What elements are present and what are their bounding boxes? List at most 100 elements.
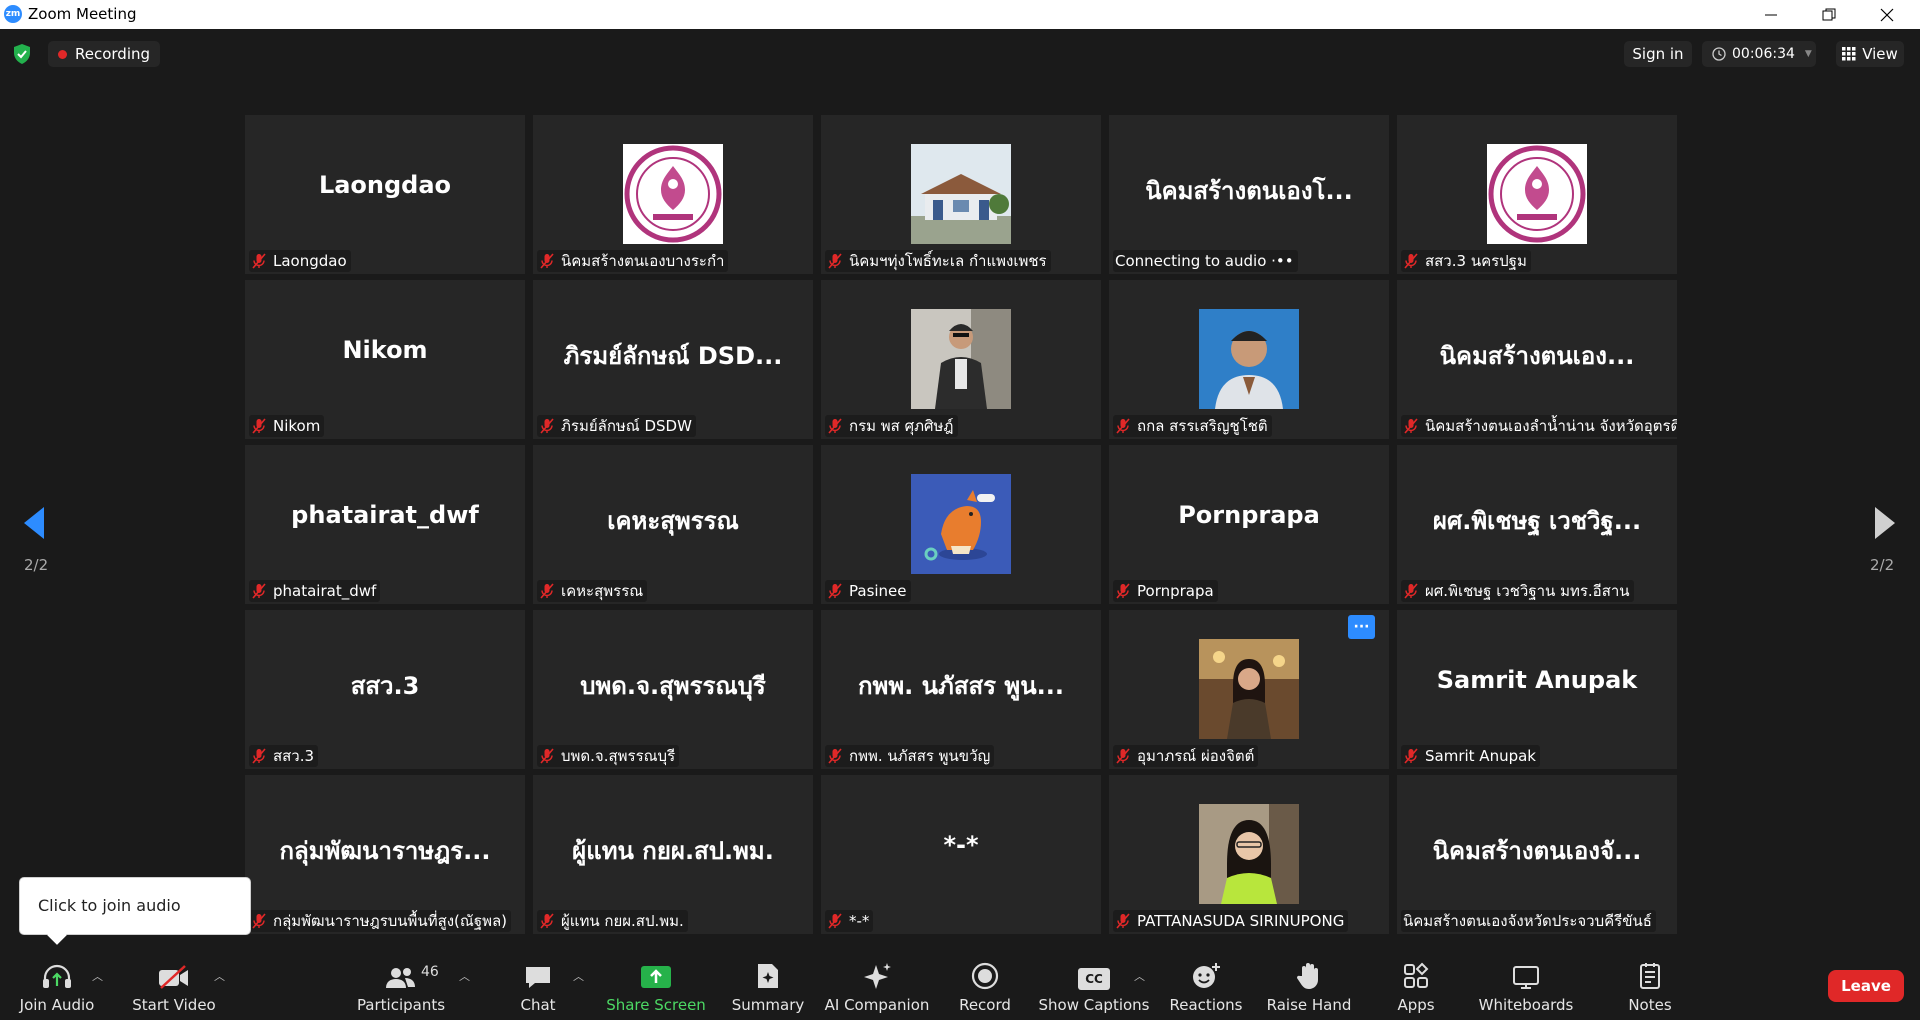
leave-button[interactable]: Leave	[1828, 970, 1904, 1002]
participant-name-label: นิคมฯทุ่งโพธิ์ทะเล กำแพงเพชร	[825, 250, 1051, 272]
participant-name-label: *-*	[825, 910, 874, 932]
mic-muted-icon	[1116, 583, 1130, 599]
participant-tile[interactable]: นิคมสร้างตนเองจั... นิคมสร้างตนเองจังหวัด…	[1397, 775, 1677, 934]
participant-tile[interactable]: นิคมสร้างตนเองโ... Connecting to audio ·•…	[1109, 115, 1389, 274]
participant-tile[interactable]: นิคมสร้างตนเอง... นิคมสร้างตนเองลำน้ำน่าน…	[1397, 280, 1677, 439]
participant-tile[interactable]: ผู้แทน กยผ.สป.พม. ผู้แทน กยผ.สป.พม.	[533, 775, 813, 934]
recording-indicator[interactable]: Recording	[48, 41, 161, 67]
audio-options-chevron-icon[interactable]: ︿	[92, 968, 103, 984]
captions-options-chevron-icon[interactable]: ︿	[1134, 968, 1145, 984]
participant-tile[interactable]: เคหะสุพรรณ เคหะสุพรรณ	[533, 445, 813, 604]
raise-hand-button[interactable]: Raise Hand	[1267, 950, 1351, 1020]
participant-tile[interactable]: กรม พส ศุภศิษฎ์	[821, 280, 1101, 439]
meeting-timer[interactable]: 00:06:34 ▼	[1702, 41, 1816, 67]
start-video-button[interactable]: Start Video	[132, 950, 216, 1020]
participant-name-text: เคหะสุพรรณ	[561, 582, 644, 600]
participant-display-name: นิคมสร้างตนเองจั...	[1432, 837, 1642, 865]
participant-tile[interactable]: Laongdao Laongdao	[245, 115, 525, 274]
participant-display-name: นิคมสร้างตนเองโ...	[1145, 177, 1353, 205]
mic-muted-icon	[252, 253, 266, 269]
summary-label: Summary	[731, 996, 805, 1014]
mic-muted-icon	[252, 583, 266, 599]
participant-name-text: *-*	[849, 912, 870, 930]
ai-companion-button[interactable]: AI Companion	[825, 950, 929, 1020]
whiteboard-icon	[1513, 966, 1539, 989]
participant-tile[interactable]: PATTANASUDA SIRINUPONG	[1109, 775, 1389, 934]
participant-tile[interactable]: สสว.3 นครปฐม	[1397, 115, 1677, 274]
participant-display-name: Laongdao	[318, 171, 452, 199]
summary-button[interactable]: Summary	[728, 950, 808, 1020]
participant-display-name: ผู้แทน กยผ.สป.พม.	[572, 837, 774, 865]
participant-name-label: Nikom	[249, 415, 325, 437]
show-captions-button[interactable]: CC Show Captions	[1039, 950, 1150, 1020]
participant-display-name: นิคมสร้างตนเอง...	[1439, 342, 1635, 370]
participant-tile[interactable]: กพพ. นภัสสร พูน... กพพ. นภัสสร พูนขวัญ	[821, 610, 1101, 769]
participant-name-label: phatairat_dwf	[249, 580, 381, 602]
participant-tile[interactable]: phatairat_dwf phatairat_dwf	[245, 445, 525, 604]
participant-name-text: ผศ.พิเชษฐ เวชวิฐาน มทร.อีสาน	[1425, 582, 1630, 600]
apps-button[interactable]: Apps	[1394, 950, 1438, 1020]
mic-muted-icon	[828, 748, 842, 764]
participant-tile[interactable]: นิคมสร้างตนเองบางระกำ	[533, 115, 813, 274]
video-options-chevron-icon[interactable]: ︿	[214, 968, 225, 984]
restore-button[interactable]	[1806, 0, 1852, 29]
participant-tile[interactable]: *-* *-*	[821, 775, 1101, 934]
participant-name-text: กพพ. นภัสสร พูนขวัญ	[849, 747, 991, 765]
meeting-toolbar: Join Audio ︿ Start Video ︿ Participants …	[0, 950, 1920, 1020]
participants-icon	[386, 968, 415, 988]
chat-options-chevron-icon[interactable]: ︿	[573, 968, 584, 984]
participant-tile[interactable]: Samrit Anupak Samrit Anupak	[1397, 610, 1677, 769]
participant-display-name: phatairat_dwf	[291, 501, 479, 529]
participant-display-name: เคหะสุพรรณ	[607, 507, 739, 535]
participant-name-text: ผู้แทน กยผ.สป.พม.	[561, 912, 684, 930]
participant-tile[interactable]: Pornprapa Pornprapa	[1109, 445, 1389, 604]
participant-tile[interactable]: ··· อุมาภรณ์ ผ่องจิตต์	[1109, 610, 1389, 769]
view-button[interactable]: View	[1836, 41, 1904, 67]
clock-icon	[1712, 47, 1726, 61]
join-audio-button[interactable]: Join Audio	[17, 950, 97, 1020]
participant-tile[interactable]: ผศ.พิเชษฐ เวชวิฐ... ผศ.พิเชษฐ เวชวิฐาน มท…	[1397, 445, 1677, 604]
participant-name-label: เคหะสุพรรณ	[537, 580, 648, 602]
reactions-button[interactable]: Reactions	[1164, 950, 1248, 1020]
participants-button[interactable]: Participants	[356, 950, 446, 1020]
minimize-button[interactable]	[1748, 0, 1794, 29]
participant-name-text: Laongdao	[273, 252, 347, 270]
participant-display-name: ผศ.พิเชษฐ เวชวิฐ...	[1432, 507, 1642, 535]
record-label: Record	[959, 996, 1011, 1014]
sign-in-button[interactable]: Sign in	[1624, 41, 1692, 67]
participant-name-label: บพด.จ.สุพรรณบุรี	[537, 745, 680, 767]
share-screen-button[interactable]: Share Screen	[606, 950, 706, 1020]
participant-name-label: ภิรมย์ลักษณ์ DSDW	[537, 415, 696, 437]
participant-name-label: นิคมสร้างตนเองลำน้ำน่าน จังหวัดอุตรดิตถ์	[1401, 415, 1677, 437]
chat-button[interactable]: Chat	[513, 950, 563, 1020]
participant-name-text: สสว.3 นครปฐม	[1425, 252, 1527, 270]
participant-avatar	[911, 474, 1011, 574]
close-button[interactable]	[1864, 0, 1910, 29]
whiteboards-button[interactable]: Whiteboards	[1479, 950, 1573, 1020]
previous-page-button[interactable]	[22, 505, 46, 545]
notes-button[interactable]: Notes	[1626, 950, 1674, 1020]
participant-tile[interactable]: ถกล สรรเสริญชูโชติ	[1109, 280, 1389, 439]
record-button[interactable]: Record	[954, 950, 1016, 1020]
page-indicator-left: 2/2	[24, 556, 49, 574]
participant-name-text: นิคมฯทุ่งโพธิ์ทะเล กำแพงเพชร	[849, 252, 1047, 270]
participant-more-options-button[interactable]: ···	[1348, 615, 1375, 639]
chevron-down-icon: ▼	[1804, 49, 1812, 59]
security-shield-icon[interactable]	[12, 43, 32, 69]
mic-muted-icon	[540, 913, 554, 929]
next-page-button[interactable]	[1873, 505, 1897, 545]
close-icon	[1880, 8, 1894, 21]
participant-tile[interactable]: สสว.3 สสว.3	[245, 610, 525, 769]
participant-name-label: กรม พส ศุภศิษฎ์	[825, 415, 958, 437]
participant-name-text: บพด.จ.สุพรรณบุรี	[561, 747, 676, 765]
participant-tile[interactable]: กลุ่มพัฒนาราษฎร... กลุ่มพัฒนาราษฎรบนพื้นท…	[245, 775, 525, 934]
participant-tile[interactable]: Pasinee	[821, 445, 1101, 604]
participants-options-chevron-icon[interactable]: ︿	[459, 968, 470, 984]
notes-label: Notes	[1628, 996, 1672, 1014]
participant-tile[interactable]: Nikom Nikom	[245, 280, 525, 439]
chat-label: Chat	[520, 996, 556, 1014]
participant-tile[interactable]: ภิรมย์ลักษณ์ DSD... ภิรมย์ลักษณ์ DSDW	[533, 280, 813, 439]
participant-tile[interactable]: บพด.จ.สุพรรณบุรี บพด.จ.สุพรรณบุรี	[533, 610, 813, 769]
recording-label: Recording	[75, 45, 151, 63]
participant-tile[interactable]: นิคมฯทุ่งโพธิ์ทะเล กำแพงเพชร	[821, 115, 1101, 274]
